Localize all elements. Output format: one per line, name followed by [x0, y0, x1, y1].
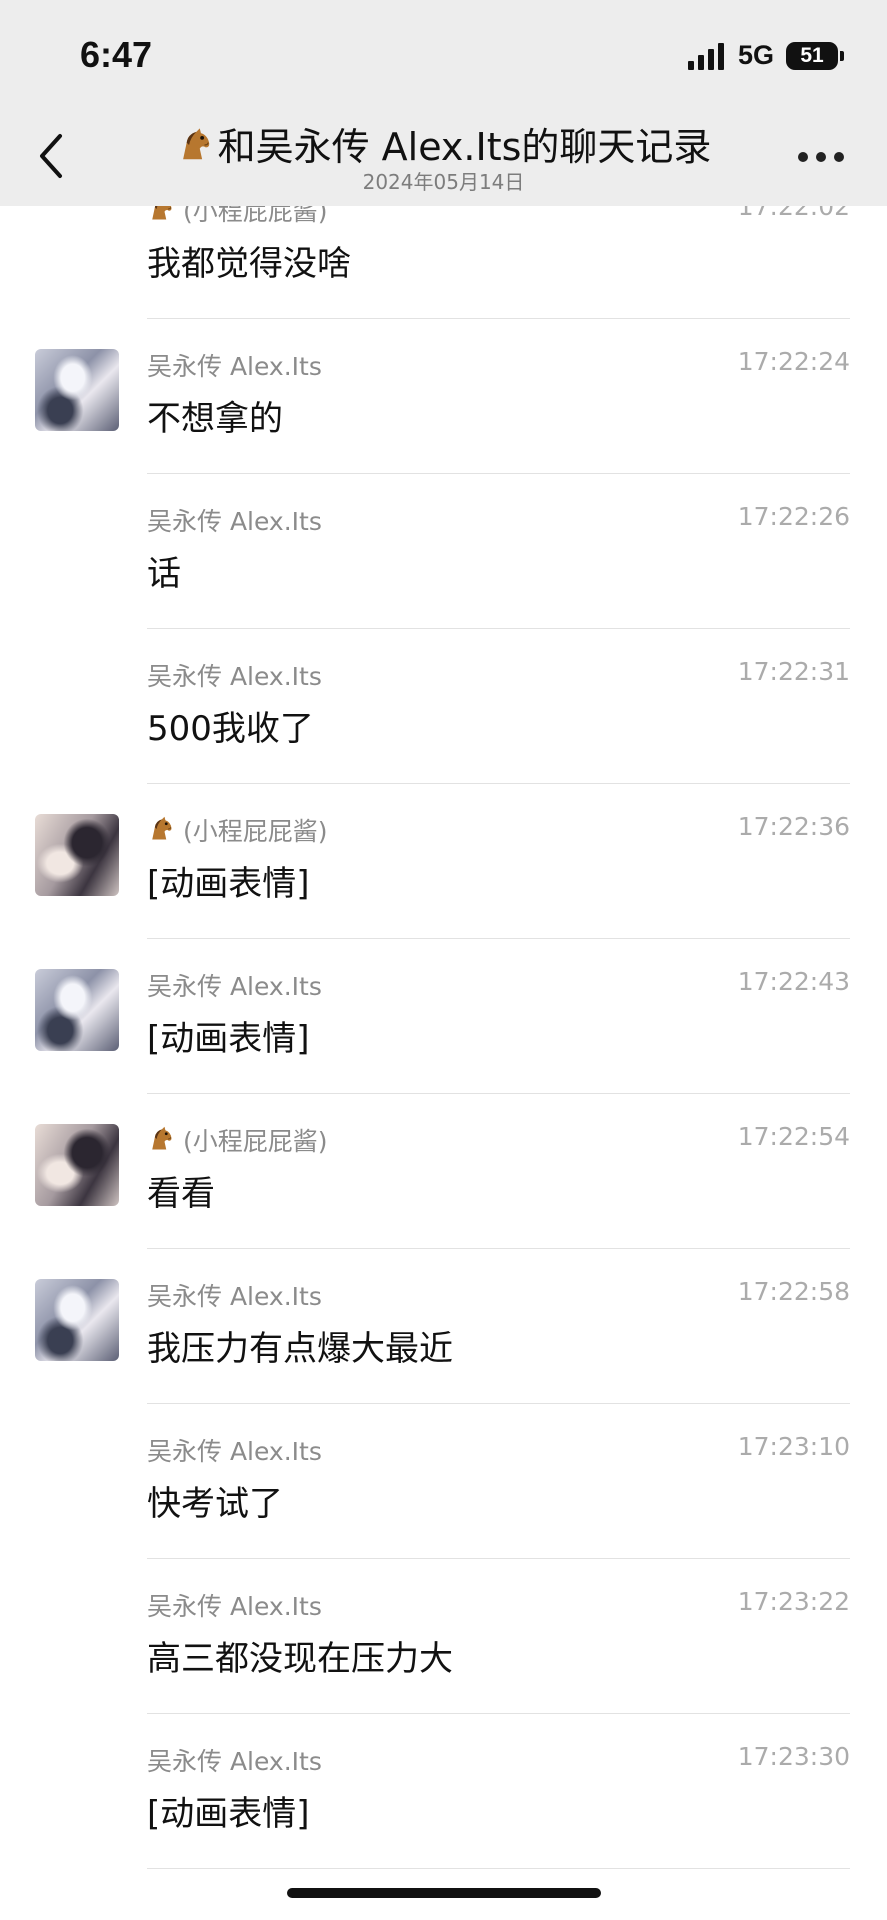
message-row[interactable]: 吴永传 Alex.Its 17:23:30 [动画表情]	[0, 1714, 887, 1869]
message-time: 17:23:10	[737, 1432, 850, 1461]
message-row[interactable]: 吴永传 Alex.Its 17:22:26 话	[0, 474, 887, 629]
message-time: 17:22:43	[737, 967, 850, 996]
avatar[interactable]	[35, 1124, 119, 1206]
message-text: 500我收了	[147, 709, 314, 749]
message-time: 17:22:58	[737, 1277, 850, 1306]
message-time: 17:22:26	[737, 502, 850, 531]
chat-history-list[interactable]: (小程屁屁酱) 17:22:02 我都觉得没啥 吴永传 Alex.Its 17:…	[0, 0, 887, 1920]
message-row[interactable]: 吴永传 Alex.Its 17:22:24 不想拿的	[0, 319, 887, 474]
message-text: 我压力有点爆大最近	[147, 1329, 453, 1369]
sender-name: 吴永传 Alex.Its	[147, 507, 322, 536]
message-text: 看看	[147, 1174, 215, 1214]
message-row[interactable]: (小程屁屁酱) 17:22:36 [动画表情]	[0, 784, 887, 939]
message-row[interactable]: 吴永传 Alex.Its 17:22:43 [动画表情]	[0, 939, 887, 1094]
message-text: [动画表情]	[147, 1794, 310, 1834]
navigation-header: 6:47 5G 51 和吴永传 Alex.Its的聊天记录 2024年05月14…	[0, 0, 887, 206]
message-time: 17:22:36	[737, 812, 850, 841]
cellular-signal-icon	[688, 40, 728, 70]
network-type: 5G	[738, 40, 775, 70]
message-time: 17:22:31	[737, 657, 850, 686]
sender-name: 吴永传 Alex.Its	[147, 662, 322, 691]
horse-emoji-icon	[147, 1125, 175, 1159]
avatar[interactable]	[35, 349, 119, 431]
avatar[interactable]	[35, 1279, 119, 1361]
sender-name: 吴永传 Alex.Its	[147, 352, 322, 381]
horse-emoji-icon	[147, 815, 175, 849]
message-time: 17:22:24	[737, 347, 850, 376]
message-row[interactable]: 吴永传 Alex.Its 17:23:10 快考试了	[0, 1404, 887, 1559]
message-text: 快考试了	[147, 1484, 283, 1524]
message-row[interactable]: 吴永传 Alex.Its 17:22:58 我压力有点爆大最近	[0, 1249, 887, 1404]
battery-icon: 51	[786, 42, 838, 70]
message-text: 我都觉得没啥	[147, 244, 351, 284]
sender-name: (小程屁屁酱)	[147, 1122, 328, 1159]
message-text: 高三都没现在压力大	[147, 1639, 453, 1679]
status-time: 6:47	[80, 34, 153, 75]
message-row[interactable]: 吴永传 Alex.Its 17:23:22 高三都没现在压力大	[0, 1559, 887, 1714]
message-time: 17:23:22	[737, 1587, 850, 1616]
more-button[interactable]	[798, 152, 844, 162]
message-time: 17:22:54	[737, 1122, 850, 1151]
sender-name: 吴永传 Alex.Its	[147, 1592, 322, 1621]
message-time: 17:23:30	[737, 1742, 850, 1771]
sender-name: 吴永传 Alex.Its	[147, 1437, 322, 1466]
message-text: 话	[147, 554, 181, 594]
message-text: [动画表情]	[147, 1019, 310, 1059]
divider	[147, 1868, 850, 1869]
battery-tip	[840, 51, 844, 61]
sender-name: 吴永传 Alex.Its	[147, 972, 322, 1001]
sender-name: (小程屁屁酱)	[147, 812, 328, 849]
sender-name: 吴永传 Alex.Its	[147, 1282, 322, 1311]
sender-name: 吴永传 Alex.Its	[147, 1747, 322, 1776]
message-row[interactable]: (小程屁屁酱) 17:22:54 看看	[0, 1094, 887, 1249]
message-text: [动画表情]	[147, 864, 310, 904]
chat-date: 2024年05月14日	[362, 170, 525, 194]
avatar[interactable]	[35, 969, 119, 1051]
message-text: 不想拿的	[147, 399, 283, 439]
avatar[interactable]	[35, 814, 119, 896]
message-row[interactable]: 吴永传 Alex.Its 17:22:31 500我收了	[0, 629, 887, 784]
page-title: 和吴永传 Alex.Its的聊天记录	[0, 116, 887, 173]
home-indicator[interactable]	[287, 1888, 601, 1898]
